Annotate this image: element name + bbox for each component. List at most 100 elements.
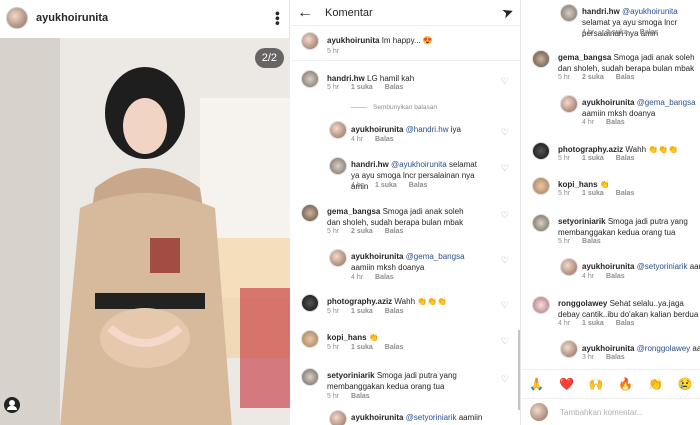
emoji-cry[interactable]: 😢 bbox=[678, 377, 693, 391]
comment-username[interactable]: kopi_hans bbox=[558, 180, 598, 189]
avatar[interactable] bbox=[329, 410, 347, 425]
comment-username[interactable]: setyoriniarik bbox=[558, 217, 606, 226]
like-count[interactable]: 1 suka bbox=[582, 320, 604, 327]
avatar[interactable] bbox=[532, 214, 550, 232]
heart-icon[interactable]: ♡ bbox=[501, 76, 509, 87]
mention-link[interactable]: @setyoriniarik bbox=[406, 413, 457, 422]
emoji-raise-hands[interactable]: 🙌 bbox=[589, 377, 604, 391]
send-icon[interactable]: ➤ bbox=[500, 3, 517, 23]
avatar[interactable] bbox=[560, 4, 578, 22]
avatar[interactable] bbox=[560, 95, 578, 113]
avatar[interactable] bbox=[301, 204, 319, 222]
comment-username[interactable]: kopi_hans bbox=[327, 333, 367, 342]
like-count[interactable]: 1 suka bbox=[351, 308, 373, 315]
avatar[interactable] bbox=[329, 249, 347, 267]
comment-username[interactable]: handri.hw bbox=[327, 74, 365, 83]
reply-button[interactable]: Balas bbox=[385, 84, 404, 91]
avatar[interactable] bbox=[301, 32, 319, 50]
mention-link[interactable]: @ronggolawey bbox=[637, 344, 690, 353]
mention-link[interactable]: @ayukhoirunita bbox=[622, 7, 678, 16]
mention-link[interactable]: @ayukhoirunita bbox=[391, 160, 447, 169]
comment-username[interactable]: ayukhoirunita bbox=[582, 262, 634, 271]
heart-icon[interactable]: ♡ bbox=[501, 300, 509, 311]
avatar[interactable] bbox=[532, 142, 550, 160]
reply-button[interactable]: Balas bbox=[616, 190, 635, 197]
reply-button[interactable]: Balas bbox=[375, 136, 394, 143]
reply-button[interactable]: Balas bbox=[616, 74, 635, 81]
more-options-icon[interactable]: ••• bbox=[269, 11, 286, 26]
like-count[interactable]: 1 suka bbox=[351, 344, 373, 351]
back-arrow-icon[interactable]: ← bbox=[297, 4, 317, 22]
mention-link[interactable]: @gema_bangsa bbox=[406, 252, 465, 261]
avatar[interactable] bbox=[329, 121, 347, 139]
user-tag-icon[interactable] bbox=[4, 397, 20, 413]
heart-icon[interactable]: ♡ bbox=[501, 127, 509, 138]
avatar[interactable] bbox=[301, 294, 319, 312]
emoji-pray[interactable]: 🙏 bbox=[529, 377, 544, 391]
reply-button[interactable]: Balas bbox=[385, 228, 404, 235]
heart-icon[interactable]: ♡ bbox=[501, 336, 509, 347]
reply-button[interactable]: Balas bbox=[640, 29, 659, 36]
scrollbar[interactable] bbox=[518, 330, 520, 410]
heart-icon[interactable]: ♡ bbox=[501, 374, 509, 385]
post-username[interactable]: ayukhoirunita bbox=[36, 12, 269, 24]
reply-button[interactable]: Balas bbox=[582, 238, 601, 245]
avatar[interactable] bbox=[6, 7, 28, 29]
comment-username[interactable]: gema_bangsa bbox=[327, 207, 380, 216]
reply-button[interactable]: Balas bbox=[385, 344, 404, 351]
avatar[interactable] bbox=[301, 368, 319, 386]
heart-icon[interactable]: ♡ bbox=[501, 163, 509, 174]
comment-username[interactable]: ayukhoirunita bbox=[351, 413, 403, 422]
emoji-fire[interactable]: 🔥 bbox=[618, 377, 633, 391]
reply-button[interactable]: Balas bbox=[606, 119, 625, 126]
like-count[interactable]: 1 suka bbox=[375, 182, 397, 189]
comment-username[interactable]: photography.aziz bbox=[327, 297, 392, 306]
avatar[interactable] bbox=[532, 177, 550, 195]
add-comment-input[interactable]: Tambahkan komentar... bbox=[560, 408, 643, 417]
emoji-heart[interactable]: ❤️ bbox=[559, 377, 574, 391]
like-count[interactable]: 1 suka bbox=[606, 29, 628, 36]
like-count[interactable]: 1 suka bbox=[582, 155, 604, 162]
comment-username[interactable]: ronggolawey bbox=[558, 299, 607, 308]
like-count[interactable]: 2 suka bbox=[582, 74, 604, 81]
reply-button[interactable]: Balas bbox=[606, 354, 625, 361]
like-count[interactable]: 1 suka bbox=[351, 84, 373, 91]
comment-username[interactable]: photography.aziz bbox=[558, 145, 623, 154]
comment-username[interactable]: handri.hw bbox=[582, 7, 620, 16]
avatar[interactable] bbox=[329, 157, 347, 175]
like-count[interactable]: 1 suka bbox=[582, 190, 604, 197]
post-photo[interactable]: 2/2 bbox=[0, 38, 290, 425]
avatar[interactable] bbox=[532, 50, 550, 68]
divider bbox=[291, 60, 520, 61]
mention-link[interactable]: @setyoriniarik bbox=[637, 262, 688, 271]
comment-username[interactable]: ayukhoirunita bbox=[582, 344, 634, 353]
reply-button[interactable]: Balas bbox=[375, 274, 394, 281]
emoji-clap[interactable]: 👏 bbox=[648, 377, 663, 391]
comment-username[interactable]: ayukhoirunita bbox=[582, 98, 634, 107]
comment-text: aamiin bbox=[456, 413, 483, 422]
heart-icon[interactable]: ♡ bbox=[501, 255, 509, 266]
reply-button[interactable]: Balas bbox=[616, 320, 635, 327]
comment-time: 5 hr bbox=[327, 84, 340, 91]
reply-button[interactable]: Balas bbox=[616, 155, 635, 162]
comment-username[interactable]: ayukhoirunita bbox=[351, 125, 403, 134]
comment-username[interactable]: ayukhoirunita bbox=[351, 252, 403, 261]
reply-button[interactable]: Balas bbox=[409, 182, 428, 189]
avatar[interactable] bbox=[532, 296, 550, 314]
comment-username[interactable]: gema_bangsa bbox=[558, 53, 611, 62]
heart-icon[interactable]: ♡ bbox=[501, 210, 509, 221]
comment-username[interactable]: setyoriniarik bbox=[327, 371, 375, 380]
avatar[interactable] bbox=[560, 340, 578, 358]
comment-username[interactable]: ayukhoirunita bbox=[327, 36, 379, 45]
reply-button[interactable]: Balas bbox=[385, 308, 404, 315]
reply-button[interactable]: Balas bbox=[606, 273, 625, 280]
avatar[interactable] bbox=[301, 70, 319, 88]
reply-button[interactable]: Balas bbox=[351, 393, 370, 400]
mention-link[interactable]: @gema_bangsa bbox=[637, 98, 696, 107]
comment-username[interactable]: handri.hw bbox=[351, 160, 389, 169]
like-count[interactable]: 2 suka bbox=[351, 228, 373, 235]
avatar[interactable] bbox=[560, 258, 578, 276]
hide-replies-button[interactable]: Sembunyikan balasan bbox=[351, 104, 437, 111]
mention-link[interactable]: @handri.hw bbox=[406, 125, 449, 134]
avatar[interactable] bbox=[301, 330, 319, 348]
